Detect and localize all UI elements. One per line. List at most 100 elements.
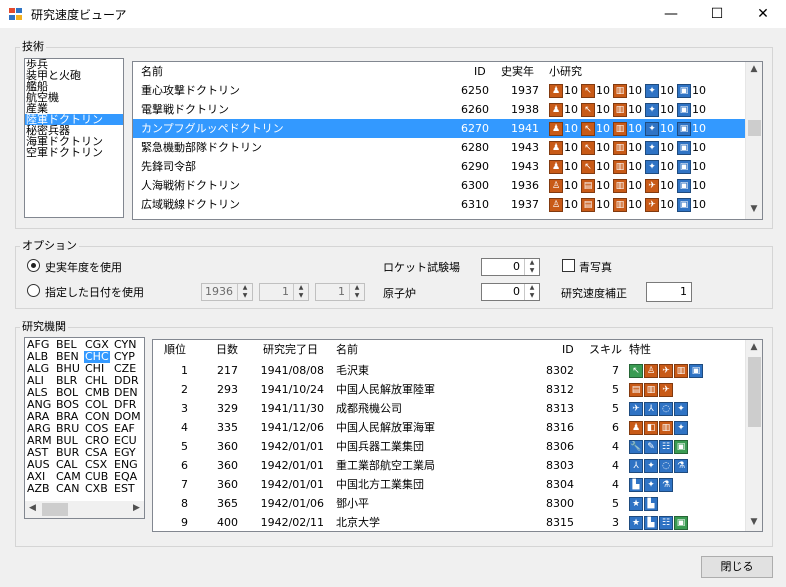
reactor-input[interactable]: 0 ▲ ▼ — [481, 283, 540, 301]
tech-row[interactable]: 先鋒司令部 6290 1943 ♟ 10 ↖ 10 ▥ 10 ✦ 10 ▣ 10 — [133, 157, 745, 176]
spin-up-icon: ▲ — [354, 284, 360, 291]
scroll-left-arrow[interactable]: ◀ — [29, 503, 36, 513]
inst-rank: 4 — [181, 421, 188, 434]
institute-row[interactable]: 5 360 1942/01/01 中国兵器工業集団 8306 4 🔧 ✎ ☷ ▣ — [153, 437, 745, 456]
country-item[interactable]: AZB — [26, 483, 51, 495]
rocket-site-label: ロケット試験場 — [383, 261, 460, 274]
tech-row[interactable]: カンプフグルッペドクトリン 6270 1941 ♟ 10 ↖ 10 ▥ 10 ✦ 10 ▣ 10 — [133, 119, 745, 138]
blueprint-checkbox[interactable] — [562, 259, 575, 272]
spin-up-icon[interactable]: ▲ — [525, 284, 539, 292]
col-header-days[interactable]: 日数 — [216, 340, 238, 359]
minimize-button[interactable]: — — [648, 0, 694, 28]
scroll-down-arrow[interactable]: ▼ — [746, 517, 762, 527]
institutes-vscroll[interactable]: ▲ ▼ — [745, 340, 762, 531]
trait-icon: ✎ — [644, 440, 658, 454]
close-button[interactable]: 閉じる — [701, 556, 773, 578]
subresearch-icon: ✦ — [645, 141, 659, 155]
institute-row[interactable]: 9 400 1942/02/11 北京大学 8315 3 ★ ▙ ☷ ▣ — [153, 513, 745, 531]
tech-row[interactable]: 広域戦線ドクトリン 6310 1937 ♙ 10 ▤ 10 ▥ 10 ✈ 10 ▣ 10 — [133, 195, 745, 214]
radio-specified-date[interactable] — [27, 284, 40, 297]
subresearch-icon: ✦ — [645, 103, 659, 117]
col-header-name[interactable]: 名前 — [141, 62, 163, 81]
scroll-up-arrow[interactable]: ▲ — [746, 64, 762, 74]
tech-listview[interactable]: 名前 ID 史実年 小研究 ▲ ▼ 重心攻撃ドクトリン 6250 1937 ♟ 10 ↖ 1… — [132, 61, 763, 220]
tech-category-list[interactable]: 歩兵 装甲と火砲 艦船 航空機 産業 陸軍ドクトリン 秘密兵器 海軍ドクトリン 空軍ドクトリン — [24, 58, 124, 218]
tech-row[interactable]: 電撃戦ドクトリン 6260 1938 ♟ 10 ↖ 10 ▥ 10 ✦ 10 ▣ 10 — [133, 100, 745, 119]
col-header-subresearch[interactable]: 小研究 — [549, 62, 582, 81]
reactor-spinner[interactable]: ▲ ▼ — [524, 284, 539, 300]
subresearch-icon: ▥ — [613, 198, 627, 212]
subresearch-value: 10 — [628, 84, 642, 97]
trait-icon: ⚗ — [674, 459, 688, 473]
tech-row[interactable]: 緊急機動部隊ドクトリン 6280 1943 ♟ 10 ↖ 10 ▥ 10 ✦ 10 ▣ 10 — [133, 138, 745, 157]
spin-down-icon[interactable]: ▼ — [525, 267, 539, 275]
institute-row[interactable]: 6 360 1942/01/01 重工業部航空工業局 8303 4 ⅄ ✦ ◌ ⚗ — [153, 456, 745, 475]
country-hscroll[interactable]: ◀ ▶ — [25, 501, 144, 518]
maximize-button[interactable]: ☐ — [694, 0, 740, 28]
institute-row[interactable]: 3 329 1941/11/30 成都飛機公司 8313 5 ✈ ⅄ ◌ ✦ — [153, 399, 745, 418]
scroll-thumb[interactable] — [42, 503, 68, 516]
subresearch-icon: ▣ — [677, 84, 691, 98]
speed-modifier-input[interactable]: 1 — [646, 282, 692, 302]
inst-days: 335 — [217, 421, 238, 434]
col-header-skill[interactable]: スキル — [589, 340, 622, 359]
institute-row[interactable]: 8 365 1942/01/06 鄧小平 8300 5 ★ ▙ — [153, 494, 745, 513]
inst-id: 8300 — [546, 497, 574, 510]
tech-name: 先鋒司令部 — [141, 160, 196, 173]
tech-vscroll[interactable]: ▲ ▼ — [745, 62, 762, 219]
col-header-year[interactable]: 史実年 — [501, 62, 534, 81]
col-header-id[interactable]: ID — [562, 340, 574, 359]
subresearch-icon: ♟ — [549, 122, 563, 136]
spin-down-icon[interactable]: ▼ — [525, 292, 539, 300]
radio-date-label: 指定した日付を使用 — [45, 286, 144, 299]
trait-icons: ✈ ⅄ ◌ ✦ — [629, 399, 689, 418]
country-item[interactable]: CAN — [55, 483, 80, 495]
subresearch-value: 10 — [564, 122, 578, 135]
trait-icon: ✦ — [674, 421, 688, 435]
close-window-button[interactable]: ✕ — [740, 0, 786, 28]
institute-row[interactable]: 1 217 1941/08/08 毛沢東 8302 7 ↖ ♙ ✈ ▥ ▣ — [153, 361, 745, 380]
trait-icons: ★ ▙ — [629, 494, 659, 513]
inst-name: 中国人民解放軍陸軍 — [336, 383, 435, 396]
inst-id: 8313 — [546, 402, 574, 415]
inst-completion: 1941/10/24 — [260, 383, 324, 396]
subresearch-value: 10 — [660, 122, 674, 135]
subresearch-value: 10 — [628, 160, 642, 173]
scroll-thumb[interactable] — [748, 120, 761, 136]
trait-icons: ↖ ♙ ✈ ▥ ▣ — [629, 361, 704, 380]
tech-id: 6260 — [461, 103, 489, 116]
spin-up-icon[interactable]: ▲ — [525, 259, 539, 267]
inst-id: 8315 — [546, 516, 574, 529]
subresearch-icon: ▤ — [581, 198, 595, 212]
col-header-rank[interactable]: 順位 — [164, 340, 186, 359]
col-header-traits[interactable]: 特性 — [629, 340, 651, 359]
subresearch-value: 10 — [692, 179, 706, 192]
subresearch-icons: ♟ 10 ↖ 10 ▥ 10 ✦ 10 ▣ 10 — [549, 81, 709, 100]
inst-id: 8312 — [546, 383, 574, 396]
col-header-completion[interactable]: 研究完了日 — [263, 340, 318, 359]
institute-row[interactable]: 4 335 1941/12/06 中国人民解放軍海軍 8316 6 ♟ ◧ ▥ ✦ — [153, 418, 745, 437]
inst-skill: 5 — [612, 497, 619, 510]
tech-row[interactable]: 人海戦術ドクトリン 6300 1936 ♙ 10 ▤ 10 ▥ 10 ✈ 10 ▣ 10 — [133, 176, 745, 195]
tech-row[interactable]: 重心攻撃ドクトリン 6250 1937 ♟ 10 ↖ 10 ▥ 10 ✦ 10 ▣ 10 — [133, 81, 745, 100]
country-list[interactable]: ◀ ▶ AFG BEL CGX CYN ALB BEN CHC CYP ALG BHU CHI CZE… — [24, 337, 145, 519]
subresearch-icon: ▣ — [677, 179, 691, 193]
date-year-spinner: ▲ ▼ — [237, 284, 252, 300]
scroll-up-arrow[interactable]: ▲ — [746, 342, 762, 352]
scroll-thumb[interactable] — [748, 357, 761, 427]
institutes-listview[interactable]: 順位 日数 研究完了日 名前 ID スキル 特性 ▲ ▼ 1 217 1941/08… — [152, 339, 763, 532]
country-item[interactable]: CXB — [84, 483, 109, 495]
category-item[interactable]: 空軍ドクトリン — [25, 147, 123, 158]
col-header-id[interactable]: ID — [474, 62, 489, 81]
scroll-down-arrow[interactable]: ▼ — [746, 204, 762, 214]
col-header-name[interactable]: 名前 — [336, 340, 358, 359]
scroll-right-arrow[interactable]: ▶ — [133, 503, 140, 513]
rocket-site-spinner[interactable]: ▲ ▼ — [524, 259, 539, 275]
tech-year: 1943 — [511, 160, 539, 173]
radio-historical-year[interactable] — [27, 259, 40, 272]
institute-row[interactable]: 2 293 1941/10/24 中国人民解放軍陸軍 8312 5 ▤ ▥ ✈ — [153, 380, 745, 399]
institute-row[interactable]: 7 360 1942/01/01 中国北方工業集団 8304 4 ▙ ✦ ⚗ — [153, 475, 745, 494]
subresearch-value: 10 — [660, 179, 674, 192]
rocket-site-input[interactable]: 0 ▲ ▼ — [481, 258, 540, 276]
country-item[interactable]: EST — [113, 483, 136, 495]
